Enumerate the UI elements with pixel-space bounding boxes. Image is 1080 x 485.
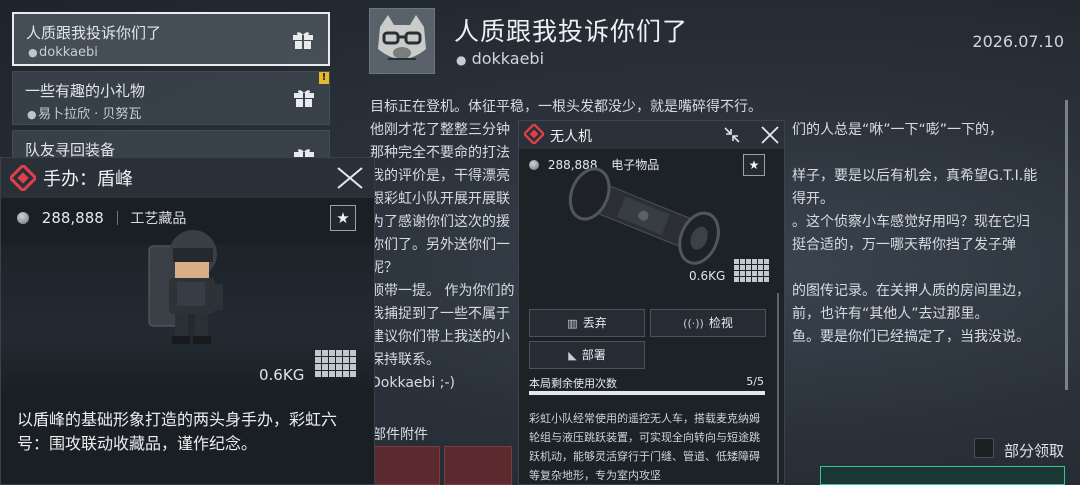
partial-claim-checkbox[interactable]	[974, 438, 994, 458]
favorite-button[interactable]: ★	[330, 205, 356, 231]
attachment-slot[interactable]	[372, 446, 440, 485]
item-popup-drone: 无人机 288,888 电子物品 ★ 0.6KG ▥ 丢弃 ((·)) 检视 ◣…	[518, 120, 785, 485]
deploy-button[interactable]: ◣ 部署	[529, 341, 645, 369]
discard-button[interactable]: ▥ 丢弃	[529, 309, 645, 337]
mail-title: 人质跟我投诉你们了	[454, 17, 689, 46]
diamond-logo-icon	[522, 122, 546, 146]
uses-progress-bar	[529, 391, 765, 395]
attachment-slot[interactable]	[444, 446, 512, 485]
inspect-icon: ((·))	[683, 317, 704, 330]
popup-header: 手办：盾峰	[1, 158, 374, 198]
close-icon[interactable]	[337, 167, 363, 189]
mail-item-sender-name: dokkaebi	[39, 45, 98, 60]
deploy-label: 部署	[581, 348, 606, 362]
item-description: 彩虹小队经常使用的遥控无人车，搭载麦克纳姆轮组与液压跳跃装置，可实现全向转向与短…	[529, 412, 760, 482]
gift-icon	[293, 88, 315, 108]
deploy-icon: ◣	[568, 349, 577, 362]
close-icon[interactable]	[761, 126, 779, 144]
grid-size-icon	[734, 259, 769, 282]
popup-header: 无人机	[519, 121, 784, 149]
mail-item-title: 人质跟我投诉你们了	[26, 24, 162, 42]
mail-sender: ● dokkaebi	[456, 49, 544, 68]
item-description: 以盾峰的基础形象打造的两头身手办，彩虹六号：围攻联动收藏品，谨作纪念。	[17, 410, 338, 453]
divider	[116, 211, 118, 225]
mail-sender-name: dokkaebi	[471, 49, 545, 68]
popup-scrollbar[interactable]	[777, 293, 779, 483]
attachments-label: 部件附件	[372, 427, 428, 443]
mail-item-sender: ●dokkaebi	[28, 45, 98, 60]
person-icon: ●	[456, 53, 467, 67]
coin-icon	[17, 212, 29, 224]
inspect-label: 检视	[708, 316, 733, 330]
mail-item-gifts[interactable]: ! 一些有趣的小礼物 ●易卜拉欣 · 贝努瓦	[12, 71, 330, 125]
uses-remaining-label: 本局剩余使用次数	[529, 377, 617, 390]
mail-item-sender-name: 易卜拉欣 · 贝努瓦	[38, 107, 142, 122]
partial-claim-label: 部分领取	[1004, 442, 1065, 460]
uses-remaining-count: 5/5	[746, 375, 764, 388]
new-mail-badge: !	[319, 72, 329, 84]
diamond-logo-icon	[8, 163, 38, 193]
star-icon: ★	[336, 209, 350, 227]
person-icon: ●	[28, 46, 38, 59]
mail-scrollbar[interactable]	[1065, 100, 1068, 390]
grid-size-icon	[315, 350, 356, 377]
item-popup-figure: 手办：盾峰 288,888 工艺藏品 ★ 0.6KG 以盾峰的基础形象打造的两头…	[0, 157, 375, 485]
claim-button[interactable]	[820, 466, 1065, 485]
mail-item-sender: ●易卜拉欣 · 贝努瓦	[27, 103, 141, 122]
mail-item-title: 一些有趣的小礼物	[25, 82, 146, 100]
item-weight: 0.6KG	[689, 269, 726, 283]
mail-item-hostage-complaint[interactable]: 人质跟我投诉你们了 ●dokkaebi	[12, 12, 330, 66]
popup-title: 手办：盾峰	[43, 169, 133, 190]
inspect-button[interactable]: ((·)) 检视	[650, 309, 766, 337]
item-weight: 0.6KG	[259, 366, 305, 384]
item-price-value: 288,888	[41, 209, 104, 227]
trash-icon: ▥	[567, 317, 578, 330]
mail-body-line: 目标正在登机。体征平稳，一根头发都没少，就是嘴碎得不行。	[370, 99, 762, 115]
gift-icon	[292, 30, 314, 50]
avatar	[369, 8, 435, 74]
mail-date: 2026.07.10	[972, 32, 1064, 51]
popup-title: 无人机	[550, 129, 592, 145]
person-icon: ●	[27, 108, 37, 121]
collapse-icon[interactable]	[723, 126, 741, 144]
uses-progress-fill	[529, 391, 765, 395]
discard-label: 丢弃	[582, 316, 607, 330]
